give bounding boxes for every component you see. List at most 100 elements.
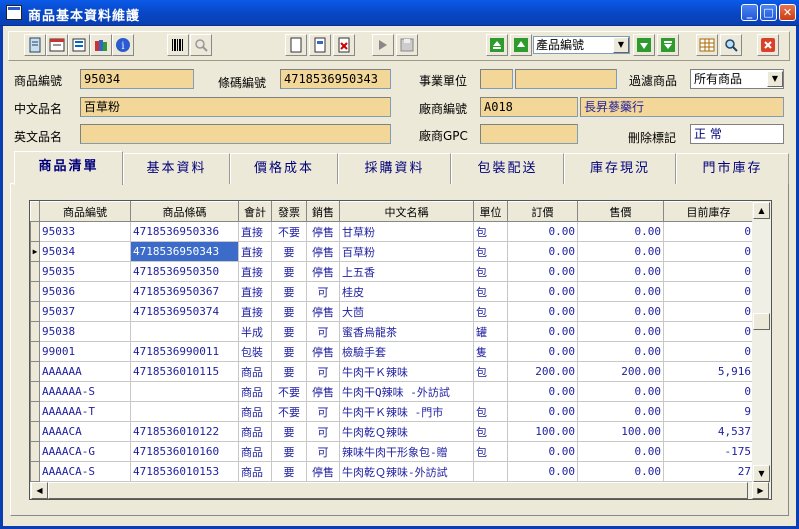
tab-basic-info[interactable]: 基本資料 <box>123 153 230 184</box>
table-cell[interactable]: AAAAAA-T <box>39 401 131 422</box>
table-cell[interactable]: 4718536010153 <box>130 461 239 482</box>
table-cell[interactable]: 牛肉乾Ｑ辣味 <box>339 421 474 442</box>
column-header[interactable]: 商品條碼 <box>130 201 239 222</box>
table-cell[interactable]: 可 <box>306 361 340 382</box>
scroll-up-icon[interactable]: ▲ <box>753 202 770 219</box>
table-cell[interactable]: 0 <box>663 321 754 342</box>
undo-disabled-icon[interactable] <box>372 34 394 56</box>
table-cell[interactable]: 包 <box>473 401 508 422</box>
product-no-field[interactable]: 95034 <box>80 69 194 89</box>
table-cell[interactable]: 95033 <box>39 221 131 242</box>
row-indicator[interactable] <box>30 441 40 462</box>
tab-inventory[interactable]: 庫存現況 <box>564 153 676 184</box>
scroll-down-icon[interactable]: ▼ <box>753 465 770 482</box>
table-cell[interactable]: 商品 <box>238 441 272 462</box>
table-cell[interactable]: 95037 <box>39 301 131 322</box>
table-cell[interactable]: 100.00 <box>507 421 578 442</box>
table-cell[interactable]: 商品 <box>238 421 272 442</box>
table-cell[interactable]: 罐 <box>473 321 508 342</box>
tab-price-cost[interactable]: 價格成本 <box>230 153 338 184</box>
table-cell[interactable]: 牛肉干Q辣味 -外訪試 <box>339 381 474 402</box>
table-cell[interactable]: 直接 <box>238 301 272 322</box>
table-cell[interactable]: 可 <box>306 441 340 462</box>
column-header[interactable]: 中文名稱 <box>339 201 474 222</box>
table-cell[interactable] <box>130 321 239 342</box>
english-name-field[interactable] <box>80 124 391 144</box>
product-grid[interactable]: 商品編號 商品條碼 會計 發票 銷售 中文名稱 單位 訂價 售價 目前庫存 95033 471853… <box>29 200 772 500</box>
row-indicator[interactable] <box>30 461 40 482</box>
table-cell[interactable]: 0.00 <box>507 261 578 282</box>
table-cell[interactable]: 0.00 <box>577 221 664 242</box>
table-cell[interactable]: 牛肉干Ｋ辣味 <box>339 361 474 382</box>
row-indicator[interactable] <box>30 321 40 342</box>
table-cell[interactable]: 0.00 <box>507 341 578 362</box>
minimize-button[interactable]: _ <box>741 4 758 21</box>
search-icon[interactable] <box>720 34 742 56</box>
table-cell[interactable]: 要 <box>271 421 307 442</box>
table-cell[interactable]: 蜜香烏龍茶 <box>339 321 474 342</box>
table-cell[interactable]: 可 <box>306 401 340 422</box>
delete-record-icon[interactable] <box>333 34 355 56</box>
column-header[interactable]: 訂價 <box>507 201 578 222</box>
table-cell[interactable]: 0 <box>663 221 754 242</box>
table-cell[interactable]: 可 <box>306 421 340 442</box>
column-header[interactable]: 售價 <box>577 201 664 222</box>
table-cell[interactable]: AAAACA-S <box>39 461 131 482</box>
horizontal-scrollbar[interactable]: ◀ ▶ <box>30 482 771 499</box>
row-indicator[interactable] <box>30 421 40 442</box>
barcode-icon[interactable] <box>167 34 189 56</box>
exit-icon[interactable] <box>757 34 779 56</box>
vertical-scrollbar[interactable]: ▲ ▼ <box>752 201 771 482</box>
table-row[interactable]: AAAACA-G 4718536010160 商品要可辣味牛肉干形象包-贈包 0.00… <box>30 441 754 462</box>
table-cell[interactable]: 牛肉干Ｋ辣味 -門市 <box>339 401 474 422</box>
table-cell[interactable]: 包 <box>473 281 508 302</box>
column-header[interactable]: 會計 <box>238 201 272 222</box>
table-cell[interactable]: 可 <box>306 321 340 342</box>
table-cell[interactable]: 停售 <box>306 341 340 362</box>
vendor-gpc-field[interactable] <box>480 124 578 144</box>
table-cell[interactable]: 4718536950374 <box>130 301 239 322</box>
column-header[interactable]: 商品編號 <box>39 201 131 222</box>
table-row[interactable]: AAAAAA-S 商品 不要 停售 牛肉干Q辣味 -外訪試 0.00 0.00 0 <box>30 381 754 402</box>
edit-record-icon[interactable] <box>309 34 331 56</box>
table-cell[interactable]: 要 <box>271 301 307 322</box>
table-cell[interactable]: 0.00 <box>577 401 664 422</box>
table-row[interactable]: AAAAAA-T 商品 不要可牛肉干Ｋ辣味 -門市包 0.00 0.00 9 <box>30 401 754 422</box>
table-cell[interactable]: 要 <box>271 321 307 342</box>
next-record-icon[interactable] <box>633 34 655 56</box>
table-cell[interactable]: 牛肉乾Ｑ辣味-外訪試 <box>339 461 474 482</box>
table-cell[interactable] <box>473 461 508 482</box>
table-cell[interactable]: 要 <box>271 361 307 382</box>
table-cell[interactable] <box>473 381 508 402</box>
table-cell[interactable]: 27 <box>663 461 754 482</box>
table-cell[interactable]: 辣味牛肉干形象包-贈 <box>339 441 474 462</box>
row-indicator[interactable]: ▶ <box>30 241 40 262</box>
tab-purchase[interactable]: 採購資料 <box>338 153 451 184</box>
table-cell[interactable]: 0.00 <box>507 461 578 482</box>
table-cell[interactable]: 4718536990011 <box>130 341 239 362</box>
table-cell[interactable]: 0.00 <box>507 381 578 402</box>
table-cell[interactable]: 0.00 <box>577 381 664 402</box>
table-cell[interactable]: 0 <box>663 241 754 262</box>
table-cell[interactable]: 不要 <box>271 401 307 422</box>
table-cell[interactable]: 0.00 <box>507 441 578 462</box>
row-indicator[interactable] <box>30 221 40 242</box>
table-cell[interactable]: 0.00 <box>507 241 578 262</box>
table-cell[interactable]: 商品 <box>238 401 272 422</box>
info-icon[interactable]: i <box>112 34 134 56</box>
chinese-name-field[interactable]: 百草粉 <box>80 97 391 117</box>
table-cell[interactable]: 95036 <box>39 281 131 302</box>
table-cell[interactable]: 95038 <box>39 321 131 342</box>
table-cell[interactable]: 桂皮 <box>339 281 474 302</box>
table-cell[interactable]: 商品 <box>238 461 272 482</box>
table-row[interactable]: 99001 4718536990011 包裝要停售 檢驗手套隻 0.00 0.00 0 <box>30 341 754 362</box>
table-cell[interactable]: 0 <box>663 301 754 322</box>
row-indicator[interactable] <box>30 341 40 362</box>
table-cell[interactable]: 0 <box>663 381 754 402</box>
table-cell[interactable]: 4,537 <box>663 421 754 442</box>
tab-packaging[interactable]: 包裝配送 <box>451 153 564 184</box>
table-cell[interactable]: 商品 <box>238 361 272 382</box>
table-row[interactable]: AAAACA-S 4718536010153 商品要停售 牛肉乾Ｑ辣味-外訪試 0.00… <box>30 461 754 482</box>
table-cell[interactable]: 要 <box>271 341 307 362</box>
table-cell[interactable]: 包 <box>473 301 508 322</box>
